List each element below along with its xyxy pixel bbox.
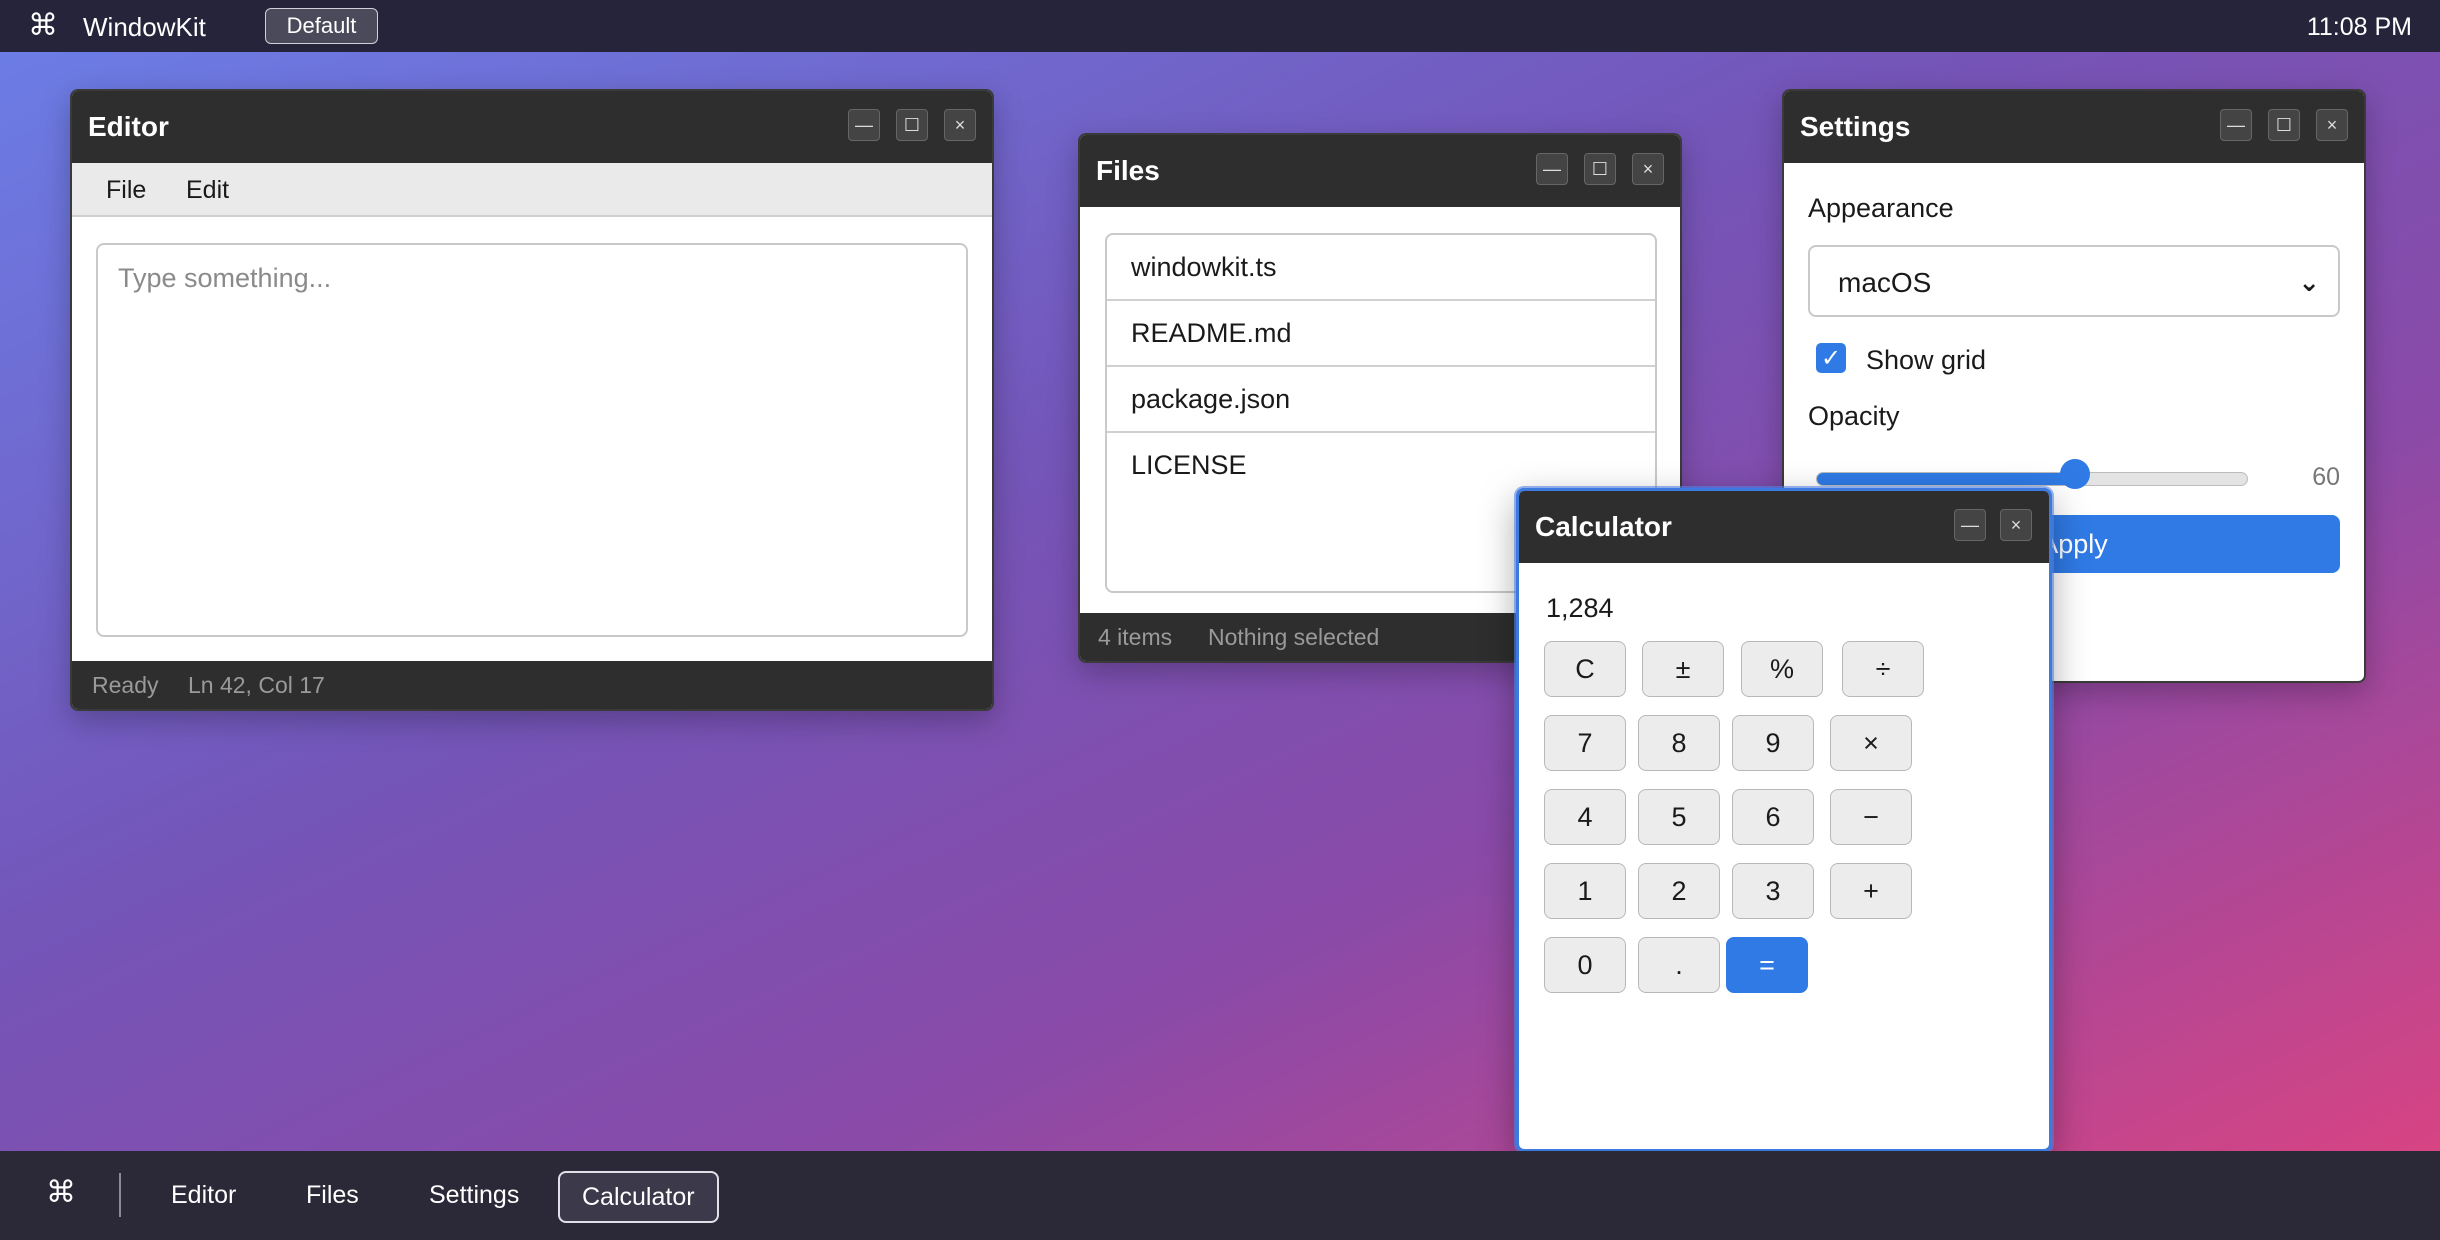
key-equals[interactable]: = [1726, 937, 1808, 993]
key-4[interactable]: 4 [1544, 789, 1626, 845]
key-percent[interactable]: % [1741, 641, 1823, 697]
key-subtract[interactable]: − [1830, 789, 1912, 845]
maximize-button[interactable]: ☐ [896, 109, 928, 141]
key-divide[interactable]: ÷ [1842, 641, 1924, 697]
app-name[interactable]: WindowKit [83, 12, 206, 43]
maximize-button[interactable]: ☐ [1584, 153, 1616, 185]
show-grid-checkbox[interactable]: ✓ [1816, 343, 1846, 373]
close-button[interactable]: × [944, 109, 976, 141]
preset-button[interactable]: Default [265, 8, 378, 44]
editor-textarea[interactable] [96, 243, 968, 637]
item-count: 4 items [1098, 624, 1173, 650]
window-title: Calculator [1535, 511, 1672, 542]
editor-window: Editor — ☐ × File Edit Ready Ln 42, Col … [70, 89, 994, 711]
editor-titlebar[interactable]: Editor — ☐ × [72, 91, 992, 163]
key-0[interactable]: 0 [1544, 937, 1626, 993]
close-button[interactable]: × [2316, 109, 2348, 141]
key-8[interactable]: 8 [1638, 715, 1720, 771]
key-3[interactable]: 3 [1732, 863, 1814, 919]
key-multiply[interactable]: × [1830, 715, 1912, 771]
taskbar-item-calculator[interactable]: Calculator [558, 1171, 719, 1223]
settings-titlebar[interactable]: Settings — ☐ × [1784, 91, 2364, 163]
minimize-button[interactable]: — [848, 109, 880, 141]
minimize-button[interactable]: — [2220, 109, 2252, 141]
window-title: Settings [1800, 111, 1911, 142]
editor-menu-bar: File Edit [72, 163, 992, 217]
key-clear[interactable]: C [1544, 641, 1626, 697]
command-icon[interactable]: ⌘ [46, 1175, 76, 1210]
selection-status: Nothing selected [1208, 624, 1380, 650]
opacity-value: 60 [2312, 463, 2340, 491]
top-menu-bar: ⌘ WindowKit Default 11:08 PM [0, 0, 2440, 52]
file-item-windowkit-ts[interactable]: windowkit.ts [1107, 235, 1655, 301]
key-9[interactable]: 9 [1732, 715, 1814, 771]
key-7[interactable]: 7 [1544, 715, 1626, 771]
opacity-label: Opacity [1808, 401, 1900, 431]
opacity-slider-track[interactable] [1816, 472, 2248, 486]
key-5[interactable]: 5 [1638, 789, 1720, 845]
status-ready: Ready [92, 672, 159, 698]
key-6[interactable]: 6 [1732, 789, 1814, 845]
maximize-button[interactable]: ☐ [2268, 109, 2300, 141]
taskbar: ⌘ Editor Files Settings Calculator [0, 1151, 2440, 1240]
command-icon[interactable]: ⌘ [28, 8, 58, 43]
opacity-slider-thumb[interactable] [2060, 459, 2091, 489]
close-button[interactable]: × [1632, 153, 1664, 185]
appearance-value: macOS [1838, 267, 1932, 298]
appearance-select[interactable]: macOS ⌄ [1808, 245, 2340, 317]
key-1[interactable]: 1 [1544, 863, 1626, 919]
window-title: Files [1096, 155, 1160, 186]
key-2[interactable]: 2 [1638, 863, 1720, 919]
file-item-package-json[interactable]: package.json [1107, 367, 1655, 433]
taskbar-item-files[interactable]: Files [306, 1181, 359, 1210]
taskbar-item-settings[interactable]: Settings [429, 1181, 519, 1210]
window-title: Editor [88, 111, 169, 142]
chevron-down-icon: ⌄ [2298, 267, 2320, 297]
calculator-window: Calculator — × 1,284 C ± % ÷ 7 8 9 × 4 5… [1516, 488, 2052, 1152]
opacity-slider-fill [1817, 473, 2075, 485]
appearance-label: Appearance [1808, 193, 1954, 223]
calculator-titlebar[interactable]: Calculator — × [1519, 491, 2049, 563]
files-titlebar[interactable]: Files — ☐ × [1080, 135, 1680, 207]
key-decimal[interactable]: . [1638, 937, 1720, 993]
taskbar-divider [119, 1173, 121, 1217]
cursor-position: Ln 42, Col 17 [188, 672, 325, 698]
menu-edit[interactable]: Edit [186, 176, 229, 205]
close-button[interactable]: × [2000, 509, 2032, 541]
key-plus-minus[interactable]: ± [1642, 641, 1724, 697]
taskbar-item-editor[interactable]: Editor [171, 1181, 236, 1210]
minimize-button[interactable]: — [1536, 153, 1568, 185]
file-item-readme[interactable]: README.md [1107, 301, 1655, 367]
key-add[interactable]: + [1830, 863, 1912, 919]
clock: 11:08 PM [2306, 13, 2412, 41]
editor-statusbar: Ready Ln 42, Col 17 [72, 661, 992, 709]
calculator-display: 1,284 [1546, 593, 1614, 623]
menu-file[interactable]: File [106, 176, 146, 205]
minimize-button[interactable]: — [1954, 509, 1986, 541]
show-grid-label: Show grid [1866, 345, 1987, 375]
